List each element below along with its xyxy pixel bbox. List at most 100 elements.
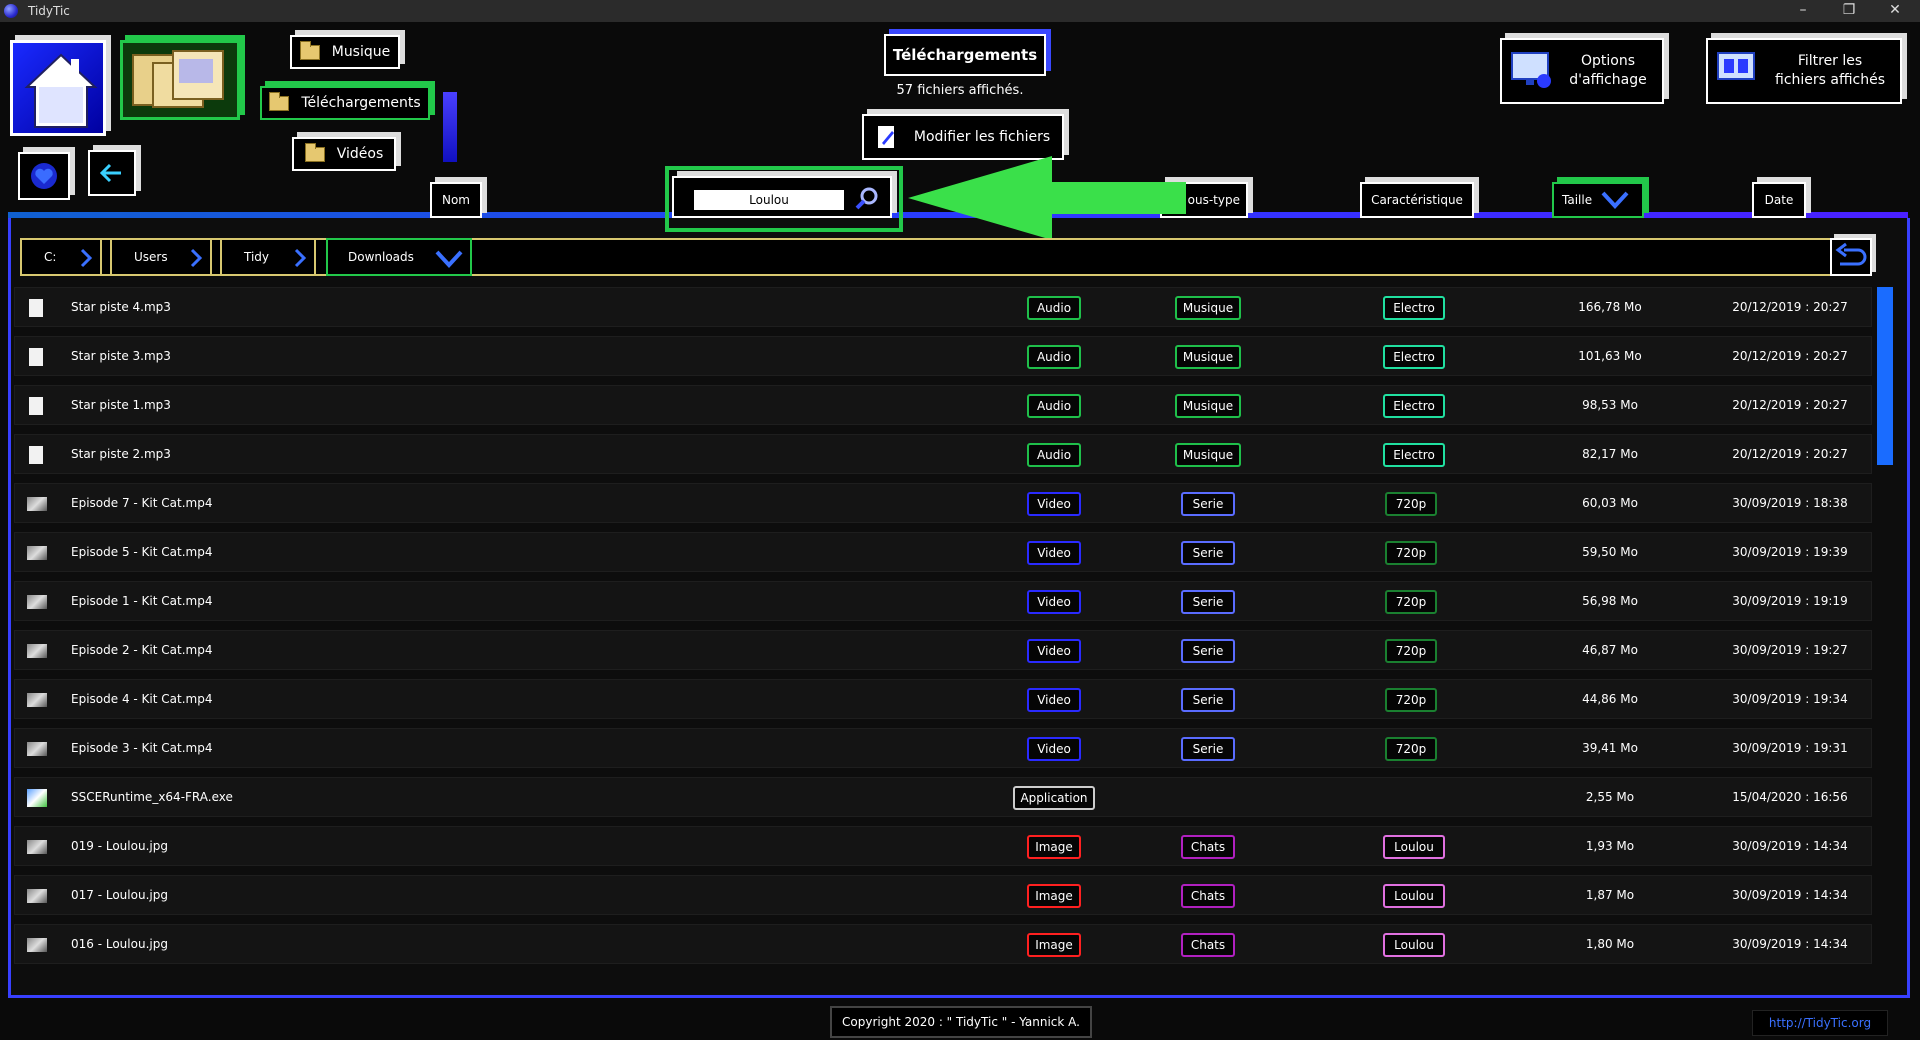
subtype-badge[interactable]: Musique bbox=[1175, 296, 1241, 320]
feature-badge[interactable]: 720p bbox=[1385, 639, 1437, 663]
feature-badge[interactable]: 720p bbox=[1385, 492, 1437, 516]
chevron-right-icon bbox=[80, 248, 93, 268]
breadcrumb-item-downloads[interactable]: Downloads bbox=[326, 238, 472, 276]
feature-badge[interactable]: Electro bbox=[1383, 443, 1445, 467]
feature-badge[interactable]: Electro bbox=[1383, 394, 1445, 418]
subtype-badge[interactable]: Serie bbox=[1181, 541, 1235, 565]
folder-icon bbox=[304, 142, 325, 162]
subtype-badge[interactable]: Musique bbox=[1175, 394, 1241, 418]
modify-files-button[interactable]: Modifier les fichiers bbox=[862, 114, 1064, 160]
scrollbar-thumb[interactable] bbox=[1877, 287, 1893, 465]
feature-badge[interactable]: Loulou bbox=[1383, 933, 1445, 957]
table-row[interactable]: Episode 3 - Kit Cat.mp4 Video Serie 720p 39,… bbox=[14, 728, 1872, 768]
display-options-button[interactable]: Options d'affichage bbox=[1500, 38, 1664, 104]
feature-badge[interactable]: Electro bbox=[1383, 345, 1445, 369]
feature-badge[interactable]: 720p bbox=[1385, 590, 1437, 614]
column-header-date[interactable]: Date bbox=[1752, 182, 1806, 218]
restore-button[interactable]: ❐ bbox=[1826, 0, 1872, 22]
file-size: 82,17 Mo bbox=[1582, 447, 1638, 461]
audio-file-icon bbox=[29, 446, 43, 464]
type-badge[interactable]: Image bbox=[1027, 884, 1081, 908]
table-row[interactable]: Star piste 1.mp3 Audio Musique Electro 98,53… bbox=[14, 385, 1872, 425]
title-bar: TidyTic bbox=[0, 0, 1920, 22]
close-button[interactable]: ✕ bbox=[1872, 0, 1918, 22]
type-badge[interactable]: Application bbox=[1013, 786, 1095, 810]
table-row[interactable]: Episode 7 - Kit Cat.mp4 Video Serie 720p 60,… bbox=[14, 483, 1872, 523]
current-folder-title: Téléchargements bbox=[884, 34, 1046, 76]
type-badge[interactable]: Image bbox=[1027, 835, 1081, 859]
heart-icon bbox=[31, 163, 57, 189]
nav-telechargements-button[interactable]: Téléchargements bbox=[260, 86, 430, 120]
feature-badge[interactable]: Electro bbox=[1383, 296, 1445, 320]
breadcrumb-item-users[interactable]: Users bbox=[110, 238, 212, 276]
table-row[interactable]: Episode 5 - Kit Cat.mp4 Video Serie 720p 59,… bbox=[14, 532, 1872, 572]
table-row[interactable]: Episode 2 - Kit Cat.mp4 Video Serie 720p 46,… bbox=[14, 630, 1872, 670]
file-date: 30/09/2019 : 19:27 bbox=[1732, 643, 1848, 657]
subtype-badge[interactable]: Chats bbox=[1181, 835, 1235, 859]
video-thumbnail-icon bbox=[27, 546, 47, 560]
home-button[interactable] bbox=[10, 40, 106, 136]
search-input[interactable] bbox=[694, 190, 844, 210]
subtype-badge[interactable]: Serie bbox=[1181, 737, 1235, 761]
table-row[interactable]: 016 - Loulou.jpg Image Chats Loulou 1,80 Mo 3… bbox=[14, 924, 1872, 964]
type-badge[interactable]: Audio bbox=[1027, 296, 1081, 320]
table-row[interactable]: Star piste 2.mp3 Audio Musique Electro 82,17… bbox=[14, 434, 1872, 474]
type-badge[interactable]: Audio bbox=[1027, 394, 1081, 418]
feature-badge[interactable]: 720p bbox=[1385, 688, 1437, 712]
file-name: Star piste 2.mp3 bbox=[71, 447, 171, 461]
type-badge[interactable]: Video bbox=[1027, 737, 1081, 761]
table-row[interactable]: 019 - Loulou.jpg Image Chats Loulou 1,93 Mo 3… bbox=[14, 826, 1872, 866]
monitor-settings-icon bbox=[1511, 52, 1551, 88]
type-badge[interactable]: Video bbox=[1027, 639, 1081, 663]
image-thumbnail-icon bbox=[27, 889, 47, 903]
nav-videos-button[interactable]: Vidéos bbox=[292, 137, 396, 171]
subtype-badge[interactable]: Musique bbox=[1175, 345, 1241, 369]
table-row[interactable]: SSCERuntime_x64-FRA.exe Application 2,55 M… bbox=[14, 777, 1872, 817]
back-button[interactable] bbox=[88, 150, 136, 196]
file-size: 2,55 Mo bbox=[1585, 790, 1635, 804]
subtype-badge[interactable]: Musique bbox=[1175, 443, 1241, 467]
search-icon[interactable] bbox=[854, 186, 880, 212]
table-row[interactable]: Episode 4 - Kit Cat.mp4 Video Serie 720p 44,… bbox=[14, 679, 1872, 719]
subtype-badge[interactable]: Chats bbox=[1181, 884, 1235, 908]
subtype-badge[interactable]: Serie bbox=[1181, 688, 1235, 712]
table-row[interactable]: Star piste 3.mp3 Audio Musique Electro 101,6… bbox=[14, 336, 1872, 376]
table-row[interactable]: Star piste 4.mp3 Audio Musique Electro 166,7… bbox=[14, 287, 1872, 327]
type-badge[interactable]: Video bbox=[1027, 688, 1081, 712]
type-badge[interactable]: Audio bbox=[1027, 345, 1081, 369]
nav-musique-button[interactable]: Musique bbox=[290, 35, 400, 69]
filter-label-line1: Filtrer les bbox=[1797, 53, 1863, 69]
file-date: 20/12/2019 : 20:27 bbox=[1732, 349, 1848, 363]
favorites-button[interactable] bbox=[18, 152, 70, 200]
column-date-label: Date bbox=[1764, 193, 1794, 207]
files-overview-button[interactable] bbox=[120, 40, 240, 120]
filter-files-button[interactable]: Filtrer les fichiers affichés bbox=[1706, 38, 1902, 104]
table-row[interactable]: Episode 1 - Kit Cat.mp4 Video Serie 720p 56,… bbox=[14, 581, 1872, 621]
website-link[interactable]: http://TidyTic.org bbox=[1752, 1010, 1888, 1036]
table-row[interactable]: 017 - Loulou.jpg Image Chats Loulou 1,87 Mo 3… bbox=[14, 875, 1872, 915]
modify-files-label: Modifier les fichiers bbox=[913, 129, 1051, 145]
type-badge[interactable]: Video bbox=[1027, 590, 1081, 614]
minimize-button[interactable]: – bbox=[1780, 0, 1826, 22]
green-arrow-annotation bbox=[908, 156, 1186, 240]
breadcrumb-item-c[interactable]: C: bbox=[20, 238, 102, 276]
type-badge[interactable]: Video bbox=[1027, 541, 1081, 565]
column-header-taille[interactable]: Taille bbox=[1552, 182, 1644, 218]
breadcrumb-label: Tidy bbox=[244, 250, 270, 264]
subtype-badge[interactable]: Chats bbox=[1181, 933, 1235, 957]
type-badge[interactable]: Audio bbox=[1027, 443, 1081, 467]
column-header-caracteristique[interactable]: Caractéristique bbox=[1360, 182, 1474, 218]
feature-badge[interactable]: Loulou bbox=[1383, 835, 1445, 859]
breadcrumb-item-tidy[interactable]: Tidy bbox=[220, 238, 316, 276]
type-badge[interactable]: Video bbox=[1027, 492, 1081, 516]
feature-badge[interactable]: 720p bbox=[1385, 737, 1437, 761]
subtype-badge[interactable]: Serie bbox=[1181, 639, 1235, 663]
type-badge[interactable]: Image bbox=[1027, 933, 1081, 957]
copyright-label: Copyright 2020 : " TidyTic " - Yannick A… bbox=[830, 1006, 1092, 1038]
feature-badge[interactable]: Loulou bbox=[1383, 884, 1445, 908]
subtype-badge[interactable]: Serie bbox=[1181, 492, 1235, 516]
column-header-nom[interactable]: Nom bbox=[430, 182, 482, 218]
undo-button[interactable] bbox=[1830, 238, 1872, 276]
feature-badge[interactable]: 720p bbox=[1385, 541, 1437, 565]
subtype-badge[interactable]: Serie bbox=[1181, 590, 1235, 614]
